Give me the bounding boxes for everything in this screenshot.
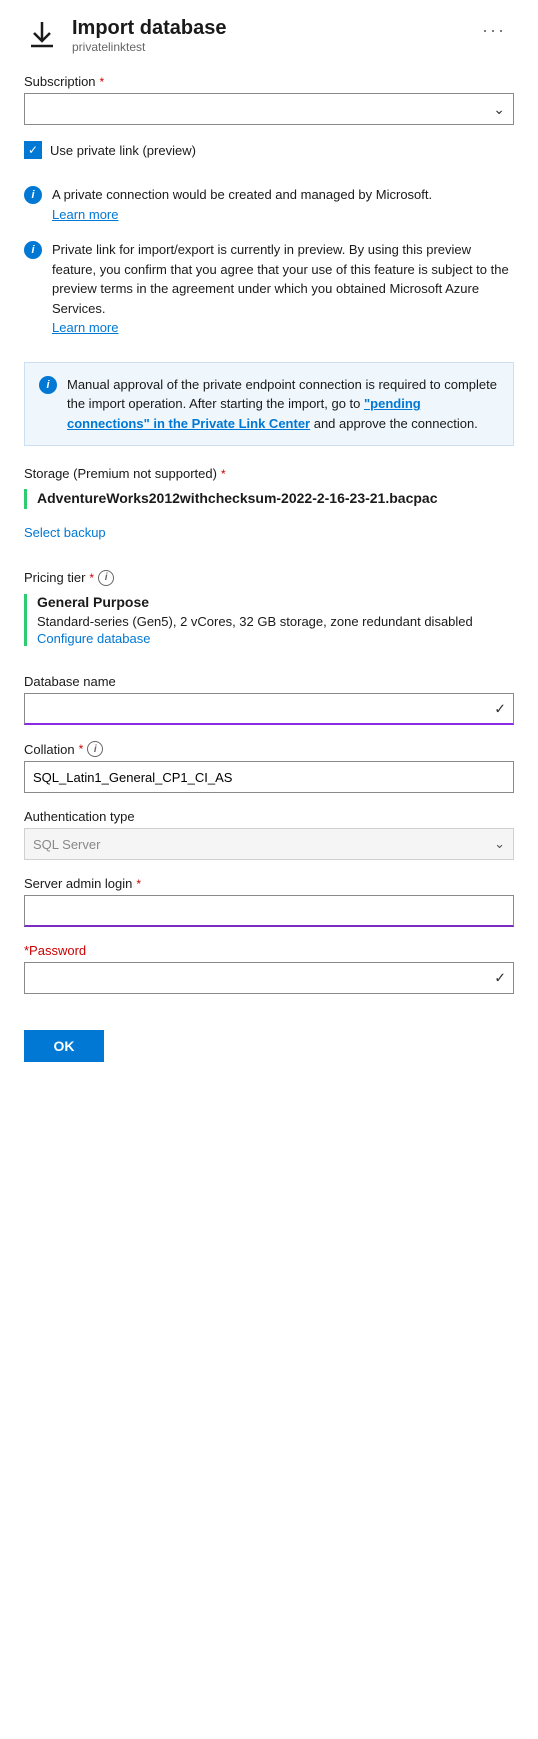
info-icon-1: i bbox=[24, 186, 42, 204]
storage-filename: AdventureWorks2012withchecksum-2022-2-16… bbox=[37, 489, 514, 509]
collation-info-icon[interactable]: i bbox=[87, 741, 103, 757]
info-block-1: i A private connection would be created … bbox=[24, 185, 514, 224]
page-title: Import database bbox=[72, 16, 226, 40]
info-text-2: Private link for import/export is curren… bbox=[52, 240, 514, 338]
ellipsis-button[interactable]: ··· bbox=[474, 16, 514, 45]
info-icon-2: i bbox=[24, 241, 42, 259]
collation-required: * bbox=[79, 742, 84, 756]
private-link-label: Use private link (preview) bbox=[50, 143, 196, 158]
password-input[interactable] bbox=[24, 962, 514, 994]
page-header: Import database privatelinktest ··· bbox=[24, 16, 514, 54]
password-field: *Password ✓ bbox=[24, 943, 514, 994]
info-i-icon-3: i bbox=[46, 379, 49, 391]
private-link-checkbox[interactable]: ✓ bbox=[24, 141, 42, 159]
pricing-info-icon[interactable]: i bbox=[98, 570, 114, 586]
chevron-down-icon: ⌄ bbox=[493, 101, 505, 118]
info-icon-3: i bbox=[39, 376, 57, 394]
auth-type-dropdown[interactable]: SQL Server ⌄ bbox=[24, 828, 514, 860]
configure-database-link[interactable]: Configure database bbox=[37, 631, 150, 646]
check-icon: ✓ bbox=[28, 144, 38, 156]
private-link-checkbox-row[interactable]: ✓ Use private link (preview) bbox=[24, 141, 514, 159]
storage-section: Storage (Premium not supported) * Advent… bbox=[24, 466, 514, 540]
storage-label: Storage (Premium not supported) bbox=[24, 466, 217, 481]
auth-type-value: SQL Server bbox=[33, 837, 100, 852]
auth-type-label: Authentication type bbox=[24, 809, 135, 824]
authentication-type-field: Authentication type SQL Server ⌄ bbox=[24, 809, 514, 860]
password-check-icon: ✓ bbox=[494, 970, 506, 987]
collation-input[interactable] bbox=[24, 761, 514, 793]
pricing-box: General Purpose Standard-series (Gen5), … bbox=[24, 594, 514, 647]
learn-more-link-2[interactable]: Learn more bbox=[52, 320, 118, 335]
subscription-field: Subscription * ⌄ bbox=[24, 74, 514, 125]
pricing-title: General Purpose bbox=[37, 594, 514, 610]
subscription-dropdown[interactable]: ⌄ bbox=[24, 93, 514, 125]
database-name-label: Database name bbox=[24, 674, 116, 689]
blue-info-box: i Manual approval of the private endpoin… bbox=[24, 362, 514, 447]
password-label: *Password bbox=[24, 943, 86, 958]
pricing-required: * bbox=[89, 571, 94, 585]
info-block-2: i Private link for import/export is curr… bbox=[24, 240, 514, 338]
pricing-tier-label: Pricing tier bbox=[24, 570, 85, 585]
pricing-details: Standard-series (Gen5), 2 vCores, 32 GB … bbox=[37, 612, 514, 632]
storage-box: AdventureWorks2012withchecksum-2022-2-16… bbox=[24, 489, 514, 509]
server-admin-input[interactable] bbox=[24, 895, 514, 927]
storage-required: * bbox=[221, 467, 226, 481]
database-name-field: Database name ✓ bbox=[24, 674, 514, 725]
ok-button[interactable]: OK bbox=[24, 1030, 104, 1062]
database-name-check-icon: ✓ bbox=[494, 701, 506, 718]
collation-label: Collation bbox=[24, 742, 75, 757]
database-name-input[interactable] bbox=[24, 693, 514, 725]
server-admin-required: * bbox=[136, 877, 141, 891]
import-icon bbox=[24, 17, 60, 53]
info-text-3: Manual approval of the private endpoint … bbox=[67, 375, 499, 434]
subscription-required: * bbox=[100, 75, 105, 89]
server-admin-login-field: Server admin login * bbox=[24, 876, 514, 927]
learn-more-link-1[interactable]: Learn more bbox=[52, 207, 118, 222]
info-text-1: A private connection would be created an… bbox=[52, 185, 432, 224]
info-i-icon: i bbox=[31, 189, 34, 201]
server-admin-label: Server admin login bbox=[24, 876, 132, 891]
auth-chevron-icon: ⌄ bbox=[494, 836, 505, 852]
info-i-icon-2: i bbox=[31, 244, 34, 256]
pricing-tier-section: Pricing tier * i General Purpose Standar… bbox=[24, 570, 514, 647]
page-subtitle: privatelinktest bbox=[72, 40, 226, 54]
collation-field: Collation * i bbox=[24, 741, 514, 793]
select-backup-link[interactable]: Select backup bbox=[24, 525, 106, 540]
subscription-label: Subscription bbox=[24, 74, 96, 89]
